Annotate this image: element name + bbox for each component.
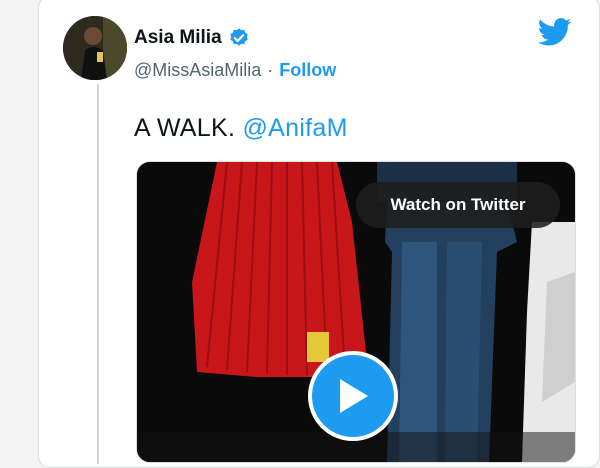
watch-on-twitter-button[interactable]: Watch on Twitter	[356, 182, 560, 228]
play-icon	[340, 379, 368, 413]
display-name[interactable]: Asia Milia	[134, 27, 222, 49]
separator-dot: ·	[267, 60, 274, 80]
tweet-body: A WALK.	[134, 114, 236, 142]
mention-link[interactable]: @AnifaM	[242, 114, 347, 142]
verified-badge-icon	[229, 28, 248, 46]
avatar[interactable]	[63, 16, 127, 80]
thread-line	[97, 84, 99, 464]
play-button[interactable]	[308, 351, 398, 441]
twitter-bird-icon[interactable]	[538, 18, 572, 46]
follow-link[interactable]: Follow	[279, 60, 336, 81]
tweet-text: A WALK. @AnifaM	[134, 114, 348, 143]
user-handle[interactable]: @MissAsiaMilia	[134, 60, 261, 81]
